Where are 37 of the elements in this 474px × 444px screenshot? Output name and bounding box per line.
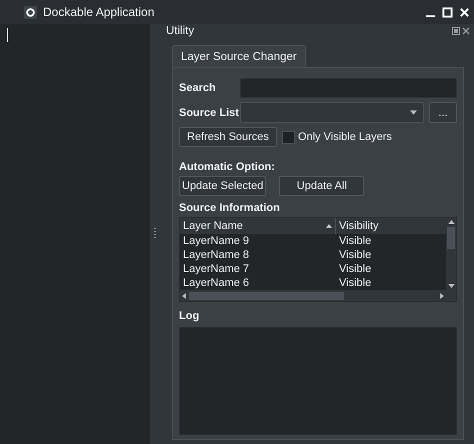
search-label: Search bbox=[179, 82, 217, 94]
splitter-handle-icon[interactable] bbox=[154, 228, 156, 240]
app-icon bbox=[24, 6, 37, 18]
scroll-down-icon[interactable] bbox=[448, 284, 454, 288]
table-cell-text: LayerName 9 bbox=[182, 235, 250, 247]
window-title: Dockable Application bbox=[43, 5, 154, 19]
column-header[interactable]: Layer Name bbox=[180, 218, 336, 234]
sort-ascending-icon bbox=[326, 224, 332, 228]
table-cell-text: LayerName 6 bbox=[182, 277, 250, 289]
section-label: Log bbox=[179, 310, 200, 322]
checkbox-label: Only Visible Layers bbox=[298, 131, 392, 143]
float-icon[interactable] bbox=[452, 27, 460, 35]
text-cursor bbox=[7, 28, 8, 42]
section-label: Automatic Option: bbox=[179, 161, 276, 173]
scroll-left-icon[interactable] bbox=[182, 292, 186, 298]
dock-title: Utility bbox=[166, 25, 194, 37]
browse-button[interactable]: ... bbox=[429, 102, 457, 123]
update-button[interactable]: Update Selected bbox=[179, 176, 266, 196]
horizontal-scrollbar[interactable] bbox=[180, 290, 446, 301]
table-cell-text: LayerName 7 bbox=[182, 263, 250, 275]
scroll-right-icon[interactable] bbox=[440, 292, 444, 298]
maximize-icon[interactable] bbox=[442, 6, 453, 18]
refresh-sources-button[interactable]: Refresh Sources bbox=[179, 127, 277, 147]
table-cell-text: Visible bbox=[338, 263, 372, 275]
checkbox[interactable] bbox=[282, 130, 295, 144]
table-cell-text: Visible bbox=[338, 249, 372, 261]
section-label: Source Information bbox=[179, 202, 281, 214]
tab[interactable]: Layer Source Changer bbox=[172, 45, 306, 67]
dropdown-arrow-icon bbox=[410, 110, 417, 115]
table-cell-text: LayerName 8 bbox=[182, 249, 250, 261]
column-header[interactable]: Visibility bbox=[336, 218, 382, 234]
table-cell-text: Visible bbox=[338, 277, 372, 289]
search-field[interactable] bbox=[240, 78, 457, 98]
vertical-scrollbar[interactable] bbox=[446, 218, 456, 290]
update-button[interactable]: Update All bbox=[279, 176, 364, 196]
scroll-up-icon[interactable] bbox=[448, 220, 454, 224]
table-cell-text: Visible bbox=[338, 235, 372, 247]
